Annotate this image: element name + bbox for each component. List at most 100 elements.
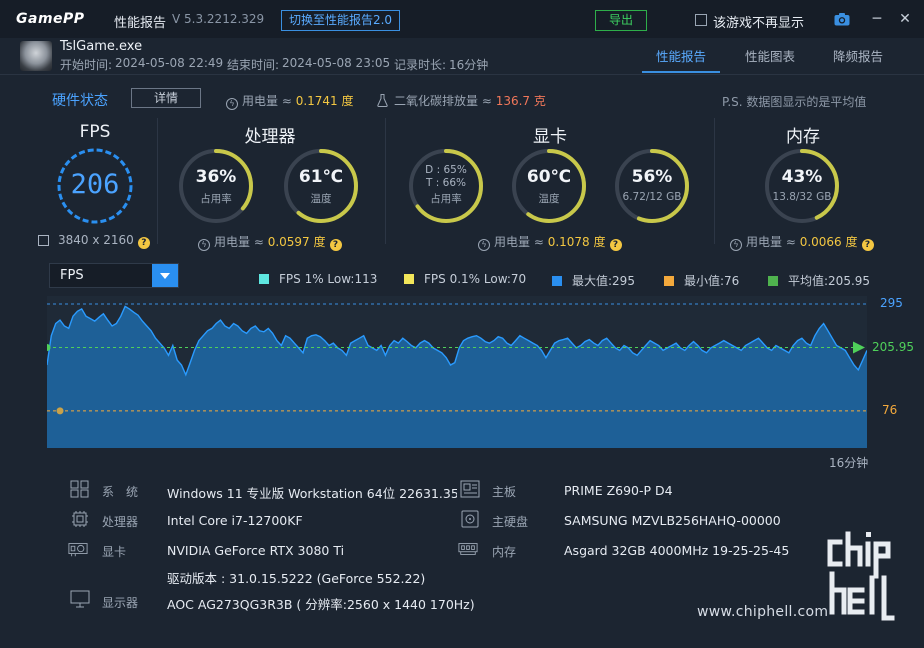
camera-icon[interactable] (834, 12, 850, 26)
gpu-temp-value: 60℃ (526, 167, 572, 187)
ram-power-label: 用电量 ≈ (746, 235, 800, 249)
legend-max: 最大值:295 (552, 272, 635, 289)
window-title: 性能报告 (114, 16, 167, 31)
cpu-usage-label: 占用率 (200, 193, 232, 205)
legend-swatch (552, 276, 562, 286)
panel-divider (157, 118, 158, 244)
cpu-temp-label: 温度 (310, 193, 332, 205)
power-icon: ϟ (730, 239, 742, 251)
chiphell-logo (827, 531, 895, 621)
help-icon[interactable]: ? (609, 239, 622, 251)
fps-value: 206 (70, 169, 120, 200)
game-avatar (20, 41, 52, 71)
cpu-usage-gauge: 36% 占用率 (177, 147, 255, 225)
legend-label: 平均值:205.95 (788, 274, 871, 288)
gpu-power-label: 用电量 ≈ (494, 235, 548, 249)
x-end-label: 16分钟 (829, 456, 869, 470)
duration-label: 记录时长: (394, 58, 447, 72)
end-time-value: 2024-05-08 23:05 (282, 56, 391, 70)
gpu-d-value: D : 65% (425, 164, 467, 176)
cpu-power-label: 用电量 ≈ (214, 235, 268, 249)
ram-sub: 13.8/32 GB (772, 191, 832, 203)
detail-button[interactable]: 详情 (131, 88, 201, 108)
legend-swatch (768, 276, 778, 286)
cpu-panel-title: 处理器 (244, 127, 296, 147)
total-power: ϟ 用电量 ≈ 0.1741 度 (226, 92, 354, 110)
flask-icon (377, 94, 388, 107)
game-name: TslGame.exe (60, 39, 143, 54)
panel-divider (714, 118, 715, 244)
help-icon[interactable]: ? (137, 237, 150, 249)
legend-swatch (259, 274, 269, 284)
title-bar: GamePP 性能报告 V 5.3.2212.329 切换至性能报告2.0 导出… (0, 0, 924, 38)
gpu-value: NVIDIA GeForce RTX 3080 Ti (167, 543, 345, 558)
legend-fps-01-low: FPS 0.1% Low:70 (404, 272, 526, 286)
tab-performance-report[interactable]: 性能报告 (642, 46, 720, 65)
fps-panel-title: FPS (79, 122, 111, 142)
co2-label: 二氧化碳排放量 ≈ (394, 94, 496, 108)
legend-label: 最小值:76 (684, 274, 740, 288)
cpu-icon (72, 511, 88, 527)
gpu-usage-gauge: D : 65% T : 66% 占用率 (407, 147, 485, 225)
board-label: 主板 (492, 485, 517, 499)
monitor-value: AOC AG273QG3R3B ( 分辨率:2560 x 1440 170Hz) (167, 597, 475, 612)
driver-value: 驱动版本 : 31.0.15.5222 (GeForce 552.22) (167, 571, 426, 586)
resolution: 3840 x 2160? (58, 233, 150, 249)
tab-performance-chart[interactable]: 性能图表 (731, 46, 809, 65)
ram-value: 43% (781, 167, 823, 187)
power-icon: ϟ (198, 239, 210, 251)
avg-axis-label: 205.95 (872, 340, 914, 354)
monitor-icon (70, 590, 90, 608)
ram-power: ϟ 用电量 ≈ 0.0066 度? (730, 233, 874, 251)
panel-divider (385, 118, 386, 244)
ram-gauge: 43% 13.8/32 GB (763, 147, 841, 225)
start-time-label: 开始时间: (60, 58, 113, 72)
switch-report-button[interactable]: 切换至性能报告2.0 (281, 10, 400, 31)
gpu-power-value: 0.1078 度 (547, 235, 606, 249)
metric-select[interactable]: FPS (49, 263, 179, 288)
memory-icon (458, 543, 478, 555)
cpu-label: 处理器 (102, 515, 139, 529)
mem-value: Asgard 32GB 4000MHz 19-25-25-45 (564, 543, 790, 558)
legend-label: FPS 1% Low:113 (279, 272, 378, 286)
chevron-down-icon[interactable] (152, 264, 178, 287)
gpu-temp-label: 温度 (538, 193, 560, 205)
min-marker (56, 407, 64, 415)
legend-min: 最小值:76 (664, 272, 739, 289)
monitor-label: 显示器 (102, 596, 139, 610)
total-power-value: 0.1741 度 (295, 94, 354, 108)
os-value: Windows 11 专业版 Workstation 64位 22631.352… (167, 486, 457, 501)
resolution-value: 3840 x 2160 (58, 233, 134, 247)
gpu-mem-sub: 6.72/12 GB (622, 191, 682, 203)
start-time-value: 2024-05-08 22:49 (115, 56, 224, 70)
fps-chart[interactable] (47, 296, 867, 448)
gpu-power: ϟ 用电量 ≈ 0.1078 度? (478, 233, 622, 251)
cpu-usage-value: 36% (195, 167, 237, 187)
co2-value: 136.7 克 (495, 94, 546, 108)
ram-panel-title: 内存 (786, 127, 820, 147)
watermark-text: www.chiphell.com (697, 604, 829, 620)
legend-avg: 平均值:205.95 (768, 272, 870, 289)
gpu-panel-title: 显卡 (533, 127, 567, 147)
minimize-icon[interactable]: ─ (870, 12, 884, 26)
gpu-temp-gauge: 60℃ 温度 (510, 147, 588, 225)
help-icon[interactable]: ? (329, 239, 342, 251)
gpu-icon (68, 543, 88, 557)
app-logo: GamePP (16, 11, 85, 27)
cpu-value: Intel Core i7-12700KF (167, 513, 303, 528)
gpu-label: 显卡 (102, 545, 127, 559)
no-show-checkbox[interactable] (695, 14, 707, 26)
close-icon[interactable]: ✕ (898, 12, 912, 26)
average-note: P.S. 数据图显示的是平均值 (722, 95, 867, 109)
help-icon[interactable]: ? (861, 239, 874, 251)
export-button[interactable]: 导出 (595, 10, 647, 31)
duration-value: 16分钟 (449, 58, 489, 72)
tab-throttle-report[interactable]: 降频报告 (819, 46, 897, 65)
gpu-mem-value: 56% (631, 167, 673, 187)
gpu-t-value: T : 66% (426, 177, 466, 189)
motherboard-icon (460, 480, 480, 498)
legend-swatch (664, 276, 674, 286)
report-window: GamePP 性能报告 V 5.3.2212.329 切换至性能报告2.0 导出… (0, 0, 924, 648)
max-axis-label: 295 (880, 296, 903, 310)
mem-label: 内存 (492, 545, 517, 559)
